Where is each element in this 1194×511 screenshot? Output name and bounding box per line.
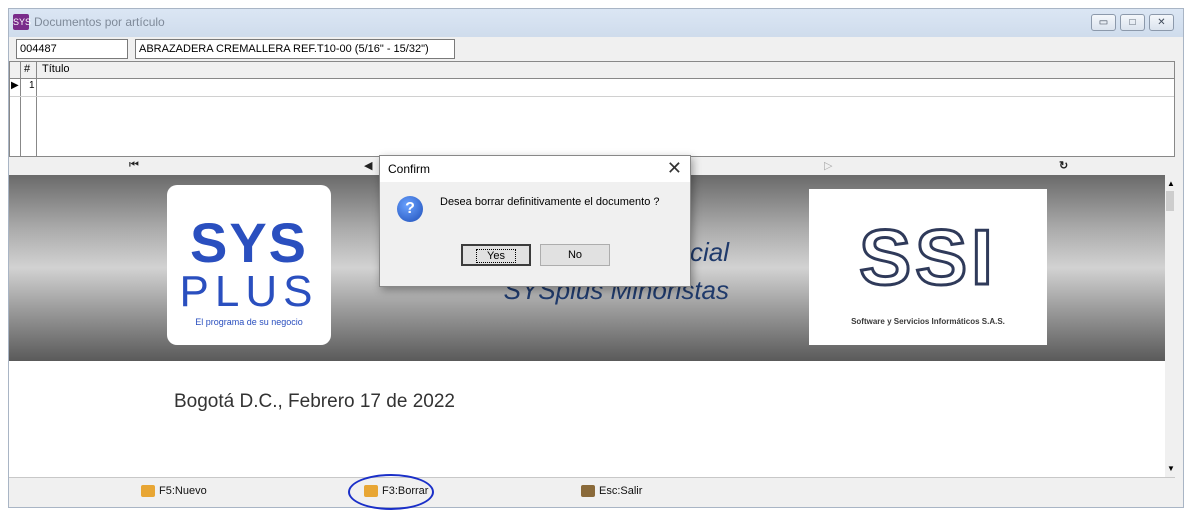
- dialog-title-bar: Confirm ✕: [380, 156, 690, 182]
- yes-button[interactable]: Yes: [461, 244, 531, 266]
- scroll-thumb[interactable]: [1166, 191, 1174, 211]
- sysplus-tagline: El programa de su negocio: [195, 317, 303, 327]
- sysplus-logo: SYS PLUS El programa de su negocio: [167, 185, 331, 345]
- yes-button-label: Yes: [476, 249, 516, 263]
- ssi-logo-text: SSI: [858, 213, 997, 301]
- exit-button[interactable]: Esc:Salir: [581, 485, 642, 497]
- scroll-up-icon[interactable]: ▲: [1167, 179, 1175, 188]
- close-icon[interactable]: ✕: [667, 158, 682, 179]
- scroll-down-icon[interactable]: ▼: [1167, 464, 1175, 473]
- row-indicator-icon: ▶: [11, 80, 19, 91]
- grid-header: # Título: [10, 62, 1174, 158]
- column-header-title[interactable]: Título: [42, 63, 70, 75]
- no-button[interactable]: No: [540, 244, 610, 266]
- new-button[interactable]: F5:Nuevo: [141, 485, 207, 497]
- new-document-icon: [141, 485, 155, 497]
- exit-door-icon: [581, 485, 595, 497]
- confirm-dialog: Confirm ✕ ? Desea borrar definitivamente…: [379, 155, 691, 287]
- highlight-circle-annotation: [348, 474, 434, 510]
- documents-grid[interactable]: # Título ▶ 1: [9, 61, 1175, 158]
- sysplus-logo-line2: PLUS: [179, 267, 319, 316]
- vertical-scrollbar[interactable]: ▲ ▼: [1165, 175, 1175, 477]
- next-record-icon[interactable]: ▷: [824, 159, 832, 172]
- dialog-message: Desea borrar definitivamente el document…: [440, 196, 660, 208]
- window-title: Documentos por artículo: [34, 15, 165, 29]
- ssi-logo: SSI Software y Servicios Informáticos S.…: [809, 189, 1047, 345]
- first-record-icon[interactable]: ⏮: [129, 159, 139, 172]
- article-code-field[interactable]: 004487: [16, 39, 128, 59]
- function-key-bar: F5:Nuevo F3:Borrar Esc:Salir: [9, 477, 1175, 507]
- exit-button-label: Esc:Salir: [599, 485, 643, 497]
- question-icon: ?: [397, 196, 423, 222]
- ssi-tagline: Software y Servicios Informáticos S.A.S.: [851, 317, 1005, 326]
- title-bar: SYS Documentos por artículo ▭ □ ✕: [9, 9, 1183, 37]
- close-window-button[interactable]: ✕: [1149, 14, 1174, 31]
- sysplus-logo-line1: SYS: [189, 211, 309, 274]
- column-header-number[interactable]: #: [24, 63, 30, 75]
- refresh-icon[interactable]: ↻: [1059, 159, 1068, 172]
- minimize-button[interactable]: ▭: [1091, 14, 1116, 31]
- app-icon: SYS: [13, 14, 31, 30]
- article-description-field[interactable]: ABRAZADERA CREMALLERA REF.T10-00 (5/16" …: [135, 39, 455, 59]
- document-date: Bogotá D.C., Febrero 17 de 2022: [174, 391, 455, 412]
- row-number: 1: [29, 80, 35, 91]
- maximize-button[interactable]: □: [1120, 14, 1145, 31]
- table-row[interactable]: ▶ 1: [10, 78, 1174, 97]
- dialog-title: Confirm: [388, 162, 431, 176]
- new-button-label: F5:Nuevo: [159, 485, 207, 497]
- prev-record-icon[interactable]: ◀: [364, 159, 372, 172]
